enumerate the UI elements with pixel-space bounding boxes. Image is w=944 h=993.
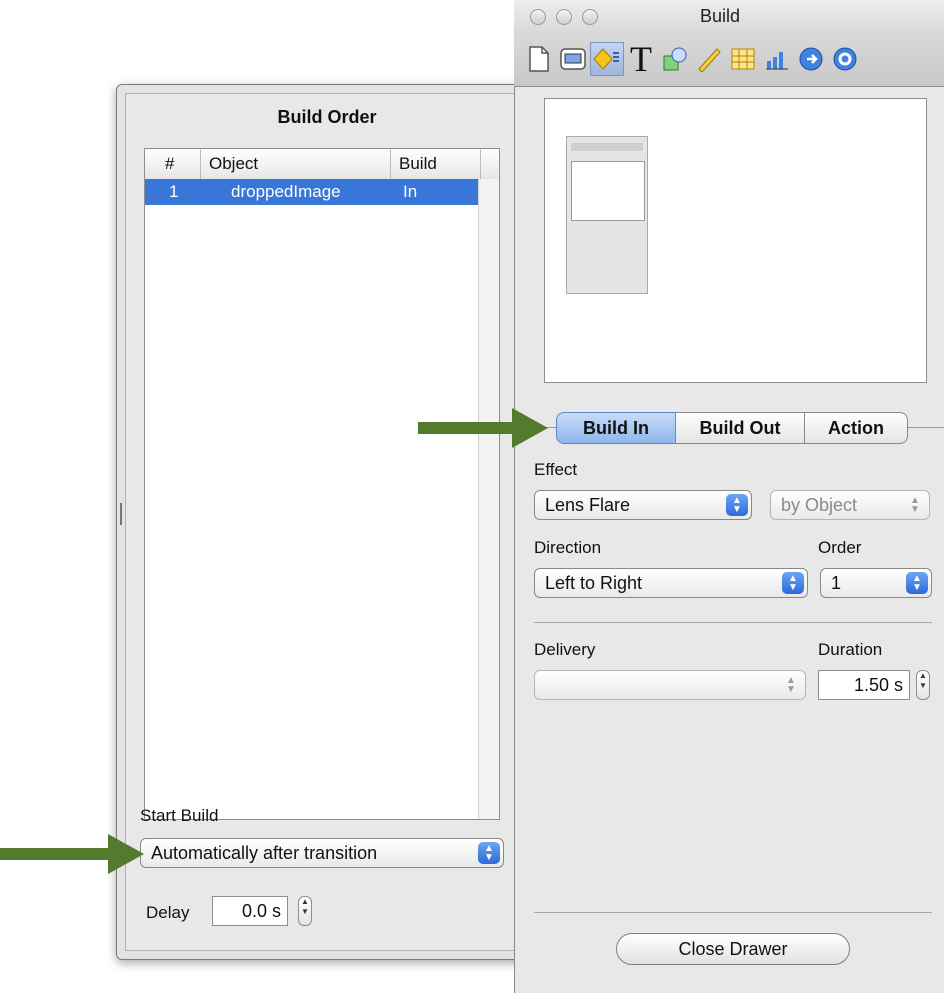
order-label: Order xyxy=(818,538,862,557)
quicktime-icon[interactable] xyxy=(828,42,862,76)
popup-arrows-icon: ▲ ▼ xyxy=(786,675,796,695)
row-object: droppedImage xyxy=(231,182,341,201)
tab-build-out[interactable]: Build Out xyxy=(675,412,805,444)
chart-icon[interactable] xyxy=(760,42,794,76)
table-header: # Object Build xyxy=(145,149,499,180)
effect-label: Effect xyxy=(534,460,578,479)
table-icon[interactable] xyxy=(726,42,760,76)
table-row[interactable]: 1 droppedImage In xyxy=(145,179,481,205)
direction-popup[interactable]: Left to Right ▲ ▼ xyxy=(534,568,808,598)
section-divider xyxy=(534,622,932,623)
graphic-icon[interactable] xyxy=(658,42,692,76)
column-header-object[interactable]: Object xyxy=(201,149,391,179)
close-drawer-button[interactable]: Close Drawer xyxy=(616,933,850,965)
row-number: 1 xyxy=(169,182,179,201)
text-icon[interactable]: T xyxy=(624,41,658,77)
delay-field[interactable]: 0.0 s xyxy=(212,896,288,926)
order-value: 1 xyxy=(831,573,842,593)
delivery-popup[interactable]: ▲ ▼ xyxy=(534,670,806,700)
tab-build-in[interactable]: Build In xyxy=(556,412,676,444)
popup-arrows-icon: ▲ ▼ xyxy=(478,842,500,864)
effect-scope-popup[interactable]: by Object ▲ ▼ xyxy=(770,490,930,520)
arrow-shaft-build-in xyxy=(418,422,514,434)
build-icon[interactable] xyxy=(590,42,624,76)
duration-field[interactable]: 1.50 s xyxy=(818,670,910,700)
delay-label: Delay xyxy=(146,903,190,922)
build-order-title: Build Order xyxy=(277,107,377,127)
minimize-window-icon[interactable] xyxy=(556,9,572,25)
duration-label: Duration xyxy=(818,640,883,659)
direction-label: Direction xyxy=(534,538,602,557)
preview-thumbnail xyxy=(566,136,648,294)
build-order-table[interactable]: # Object Build 1 droppedImage In xyxy=(144,148,500,820)
hyperlink-icon[interactable] xyxy=(794,42,828,76)
column-header-build[interactable]: Build xyxy=(391,149,481,179)
start-build-popup[interactable]: Automatically after transition ▲ ▼ xyxy=(140,838,504,868)
metrics-icon[interactable] xyxy=(692,42,726,76)
drawer-resize-grip[interactable] xyxy=(120,503,122,525)
delivery-label: Delivery xyxy=(534,640,596,659)
start-build-label: Start Build xyxy=(140,806,219,825)
close-window-icon[interactable] xyxy=(530,9,546,25)
window-title: Build xyxy=(700,6,741,26)
table-scroll-column[interactable] xyxy=(478,179,499,819)
row-build: In xyxy=(403,182,418,201)
document-icon[interactable] xyxy=(522,42,556,76)
popup-arrows-icon: ▲ ▼ xyxy=(782,572,804,594)
slide-icon[interactable] xyxy=(556,42,590,76)
tab-action[interactable]: Action xyxy=(804,412,908,444)
zoom-window-icon[interactable] xyxy=(582,9,598,25)
popup-arrows-icon: ▲ ▼ xyxy=(906,572,928,594)
popup-arrows-icon: ▲ ▼ xyxy=(726,494,748,516)
order-popup[interactable]: 1 ▲ ▼ xyxy=(820,568,932,598)
arrow-head-build-in-icon xyxy=(512,408,548,448)
direction-value: Left to Right xyxy=(545,573,643,593)
footer-divider xyxy=(534,912,932,913)
arrow-shaft-start-build xyxy=(0,848,110,860)
popup-arrows-icon: ▲ ▼ xyxy=(910,495,920,515)
duration-stepper[interactable]: ▲ ▼ xyxy=(916,670,930,700)
column-header-number[interactable]: # xyxy=(145,149,201,179)
start-build-value: Automatically after transition xyxy=(151,843,378,863)
arrow-head-start-build-icon xyxy=(108,834,144,874)
effect-value: Lens Flare xyxy=(545,495,631,515)
delay-stepper[interactable]: ▲ ▼ xyxy=(298,896,312,926)
effect-scope-value: by Object xyxy=(781,495,858,515)
effect-popup[interactable]: Lens Flare ▲ ▼ xyxy=(534,490,752,520)
